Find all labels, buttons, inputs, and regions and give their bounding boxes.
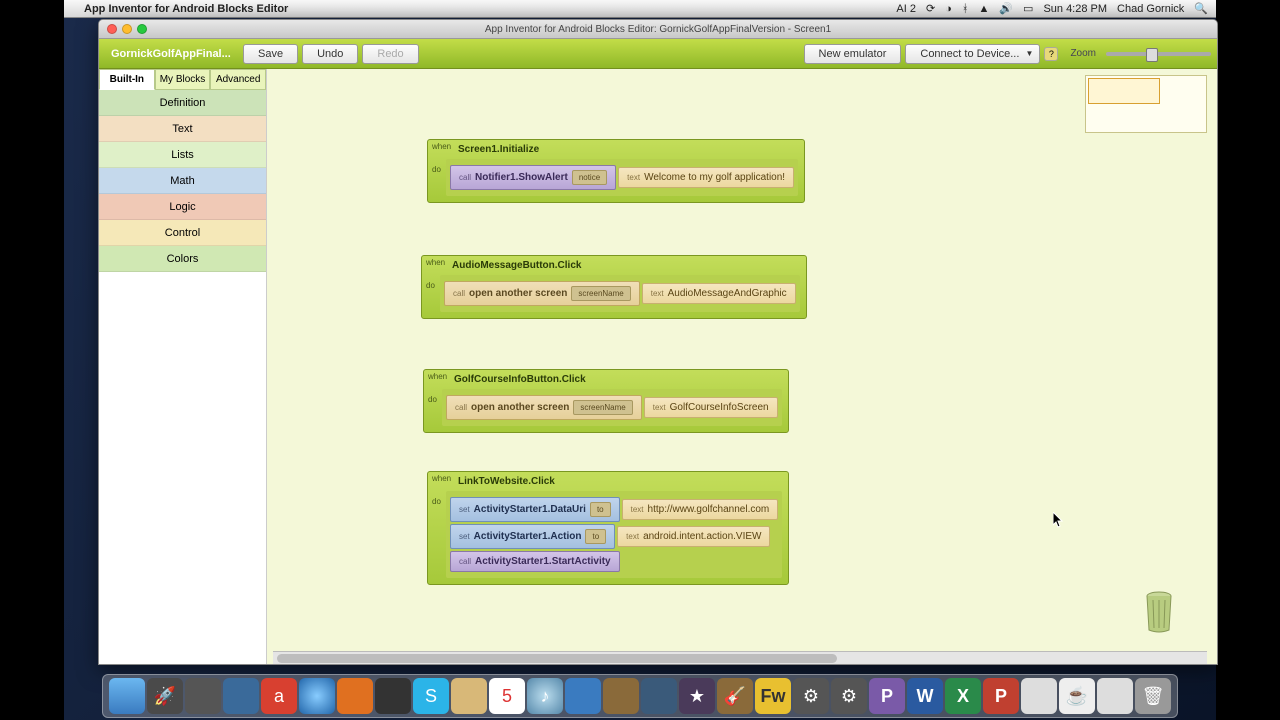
app-icon[interactable]: a bbox=[261, 678, 297, 714]
tab-myblocks[interactable]: My Blocks bbox=[155, 69, 211, 90]
wifi-icon[interactable]: ▲ bbox=[978, 3, 989, 15]
help-icon[interactable]: ? bbox=[1044, 47, 1058, 61]
fireworks-icon[interactable]: Fw bbox=[755, 678, 791, 714]
event-label: AudioMessageButton.Click bbox=[452, 260, 581, 271]
iphoto-icon[interactable] bbox=[603, 678, 639, 714]
word-icon[interactable]: W bbox=[907, 678, 943, 714]
imovie-icon[interactable]: ★ bbox=[679, 678, 715, 714]
set-label: ActivityStarter1.Action bbox=[474, 531, 582, 542]
trash-icon[interactable] bbox=[1141, 590, 1177, 634]
powerpoint-icon[interactable]: P bbox=[983, 678, 1019, 714]
garageband-icon[interactable]: 🎸 bbox=[717, 678, 753, 714]
minimap[interactable] bbox=[1085, 75, 1207, 133]
drawer-text[interactable]: Text bbox=[99, 116, 266, 142]
socket-label: to bbox=[585, 529, 606, 544]
mail-icon[interactable] bbox=[223, 678, 259, 714]
event-label: GolfCourseInfoButton.Click bbox=[454, 374, 586, 385]
earth-icon[interactable] bbox=[641, 678, 677, 714]
battery-icon[interactable]: ▭ bbox=[1023, 2, 1033, 15]
block-screen1-initialize[interactable]: Screen1.Initialize do callNotifier1.Show… bbox=[427, 139, 805, 203]
bluetooth-icon[interactable]: ᚼ bbox=[962, 3, 969, 15]
connect-device-dropdown[interactable]: Connect to Device... ▼ bbox=[905, 44, 1040, 64]
ai-badge: AI 2 bbox=[896, 3, 916, 15]
drawer-logic[interactable]: Logic bbox=[99, 194, 266, 220]
blocks-editor-window: App Inventor for Android Blocks Editor: … bbox=[98, 19, 1218, 665]
call-label: open another screen bbox=[471, 402, 569, 413]
drawer-lists[interactable]: Lists bbox=[99, 142, 266, 168]
minimize-icon[interactable] bbox=[122, 24, 132, 34]
calculator-icon[interactable] bbox=[1021, 678, 1057, 714]
block-golfcourseinfo-click[interactable]: GolfCourseInfoButton.Click do callopen a… bbox=[423, 369, 789, 433]
drawer-definition[interactable]: Definition bbox=[99, 90, 266, 116]
quicktime-icon[interactable] bbox=[565, 678, 601, 714]
connect-device-label: Connect to Device... bbox=[920, 48, 1019, 60]
text-value: http://www.golfchannel.com bbox=[648, 504, 770, 515]
socket-label: to bbox=[590, 502, 611, 517]
app-menu-title[interactable]: App Inventor for Android Blocks Editor bbox=[84, 3, 288, 15]
drawer-math[interactable]: Math bbox=[99, 168, 266, 194]
save-button[interactable]: Save bbox=[243, 44, 298, 64]
tab-advanced[interactable]: Advanced bbox=[210, 69, 266, 90]
sync-icon[interactable]: ⟳ bbox=[926, 2, 935, 15]
zoom-label: Zoom bbox=[1070, 48, 1096, 59]
mission-control-icon[interactable] bbox=[185, 678, 221, 714]
project-title: GornickGolfAppFinal... bbox=[105, 48, 239, 60]
blocks-canvas[interactable]: Screen1.Initialize do callNotifier1.Show… bbox=[267, 69, 1217, 664]
redo-button: Redo bbox=[362, 44, 418, 64]
menu-extra-icon[interactable]: ◑ bbox=[945, 3, 952, 15]
call-label: ActivityStarter1.StartActivity bbox=[475, 556, 611, 567]
zoom-icon[interactable] bbox=[137, 24, 147, 34]
socket-label: screenName bbox=[571, 286, 630, 301]
spotlight-icon[interactable]: 🔍 bbox=[1194, 2, 1208, 15]
dock: 🚀 a S 5 ♪ ★ 🎸 Fw ⚙ ⚙ P W X P ☕ 🗑 bbox=[102, 674, 1178, 718]
calendar-icon[interactable]: 5 bbox=[489, 678, 525, 714]
clock[interactable]: Sun 4:28 PM bbox=[1043, 3, 1107, 15]
new-emulator-button[interactable]: New emulator bbox=[804, 44, 902, 64]
event-label: Screen1.Initialize bbox=[458, 144, 539, 155]
socket-label: notice bbox=[572, 170, 607, 185]
app-p-icon[interactable]: P bbox=[869, 678, 905, 714]
block-audiomessage-click[interactable]: AudioMessageButton.Click do callopen ano… bbox=[421, 255, 807, 319]
call-label: Notifier1.ShowAlert bbox=[475, 172, 568, 183]
safari-icon[interactable] bbox=[299, 678, 335, 714]
text-value: android.intent.action.VIEW bbox=[643, 531, 761, 542]
firefox-icon[interactable] bbox=[337, 678, 373, 714]
settings-icon[interactable]: ⚙ bbox=[793, 678, 829, 714]
java-icon[interactable]: ☕ bbox=[1059, 678, 1095, 714]
excel-icon[interactable]: X bbox=[945, 678, 981, 714]
call-label: open another screen bbox=[469, 288, 567, 299]
toolbar: GornickGolfAppFinal... Save Undo Redo Ne… bbox=[99, 39, 1217, 69]
system-prefs-icon[interactable]: ⚙ bbox=[831, 678, 867, 714]
close-icon[interactable] bbox=[107, 24, 117, 34]
text-value: GolfCourseInfoScreen bbox=[670, 402, 769, 413]
palette: Built-In My Blocks Advanced Definition T… bbox=[99, 69, 267, 664]
text-value: Welcome to my golf application! bbox=[644, 172, 785, 183]
text-value: AudioMessageAndGraphic bbox=[668, 288, 787, 299]
window-title: App Inventor for Android Blocks Editor: … bbox=[485, 24, 831, 35]
itunes-icon[interactable]: ♪ bbox=[527, 678, 563, 714]
zoom-slider[interactable] bbox=[1106, 52, 1211, 56]
contacts-icon[interactable] bbox=[451, 678, 487, 714]
mac-menubar: App Inventor for Android Blocks Editor A… bbox=[64, 0, 1216, 18]
finder-icon[interactable] bbox=[109, 678, 145, 714]
set-label: ActivityStarter1.DataUri bbox=[474, 504, 586, 515]
volume-icon[interactable]: 🔊 bbox=[999, 2, 1013, 15]
camera-icon[interactable] bbox=[375, 678, 411, 714]
launchpad-icon[interactable]: 🚀 bbox=[147, 678, 183, 714]
drawer-control[interactable]: Control bbox=[99, 220, 266, 246]
tab-builtin[interactable]: Built-In bbox=[99, 69, 155, 90]
chevron-down-icon: ▼ bbox=[1026, 49, 1034, 58]
window-titlebar[interactable]: App Inventor for Android Blocks Editor: … bbox=[99, 20, 1217, 39]
event-label: LinkToWebsite.Click bbox=[458, 476, 555, 487]
user-name[interactable]: Chad Gornick bbox=[1117, 3, 1184, 15]
undo-button[interactable]: Undo bbox=[302, 44, 358, 64]
block-linktowebsite-click[interactable]: LinkToWebsite.Click do setActivityStarte… bbox=[427, 471, 789, 585]
horizontal-scrollbar[interactable] bbox=[273, 651, 1207, 664]
dock-trash-icon[interactable]: 🗑 bbox=[1135, 678, 1171, 714]
skype-icon[interactable]: S bbox=[413, 678, 449, 714]
socket-label: screenName bbox=[573, 400, 632, 415]
doc-icon[interactable] bbox=[1097, 678, 1133, 714]
drawer-colors[interactable]: Colors bbox=[99, 246, 266, 272]
